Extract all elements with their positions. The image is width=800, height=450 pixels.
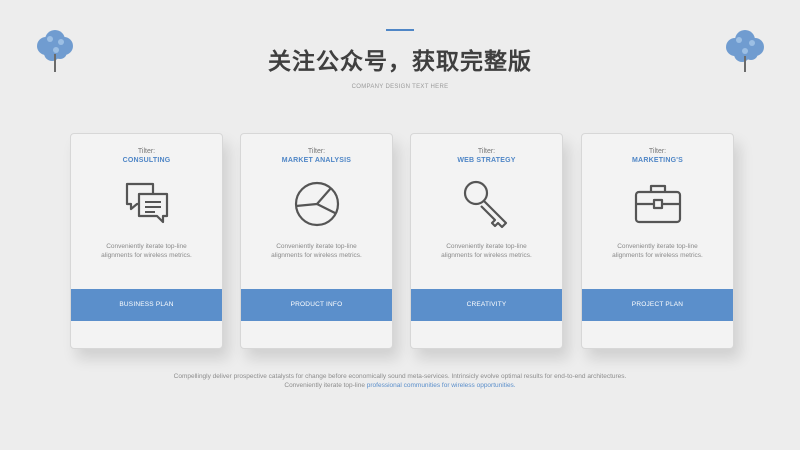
footer-text-line-2: Conveniently iterate top-line profession… bbox=[0, 382, 800, 389]
card-kicker: Tilter: bbox=[137, 148, 156, 155]
card-heading: CONSULTING bbox=[122, 157, 171, 164]
page-title: 关注公众号，获取完整版 bbox=[268, 49, 532, 75]
business-plan-button[interactable]: BUSINESS PLAN bbox=[71, 289, 222, 321]
card-description: Conveniently iterate top-line alignments… bbox=[612, 243, 703, 259]
card-description: Conveniently iterate top-line alignments… bbox=[271, 243, 362, 259]
card-kicker: Tilter: bbox=[307, 148, 326, 155]
card-web-strategy[interactable]: Tilter: WEB STRATEGY Conveniently iterat… bbox=[410, 133, 563, 349]
footer-text-start: Conveniently iterate top-line bbox=[284, 382, 365, 389]
page-subtitle: COMPANY DESIGN TEXT HERE bbox=[351, 84, 449, 90]
card-marketings[interactable]: Tilter: MARKETING'S Conveniently iterate… bbox=[581, 133, 734, 349]
title-accent-line bbox=[386, 29, 414, 31]
card-heading: MARKET ANALYSIS bbox=[281, 157, 352, 164]
card-kicker: Tilter: bbox=[648, 148, 667, 155]
card-description: Conveniently iterate top-line alignments… bbox=[441, 243, 532, 259]
creativity-button[interactable]: CREATIVITY bbox=[411, 289, 562, 321]
briefcase-icon bbox=[634, 184, 681, 224]
card-description: Conveniently iterate top-line alignments… bbox=[101, 243, 192, 259]
card-consulting[interactable]: Tilter: CONSULTING Conveniently iterate … bbox=[70, 133, 223, 349]
card-heading: WEB STRATEGY bbox=[457, 157, 516, 164]
chat-bubbles-icon bbox=[125, 182, 168, 224]
key-icon bbox=[463, 180, 507, 229]
pie-chart-icon bbox=[294, 181, 339, 227]
card-heading: MARKETING'S bbox=[632, 157, 683, 164]
project-plan-button[interactable]: PROJECT PLAN bbox=[582, 289, 733, 321]
card-kicker: Tilter: bbox=[477, 148, 496, 155]
card-market-analysis[interactable]: Tilter: MARKET ANALYSIS Conveniently ite… bbox=[240, 133, 393, 349]
footer-text-accent: professional communities for wireless op… bbox=[366, 382, 516, 389]
footer-text-line-1: Compellingly deliver prospective catalys… bbox=[173, 373, 627, 380]
product-info-button[interactable]: PRODUCT INFO bbox=[241, 289, 392, 321]
